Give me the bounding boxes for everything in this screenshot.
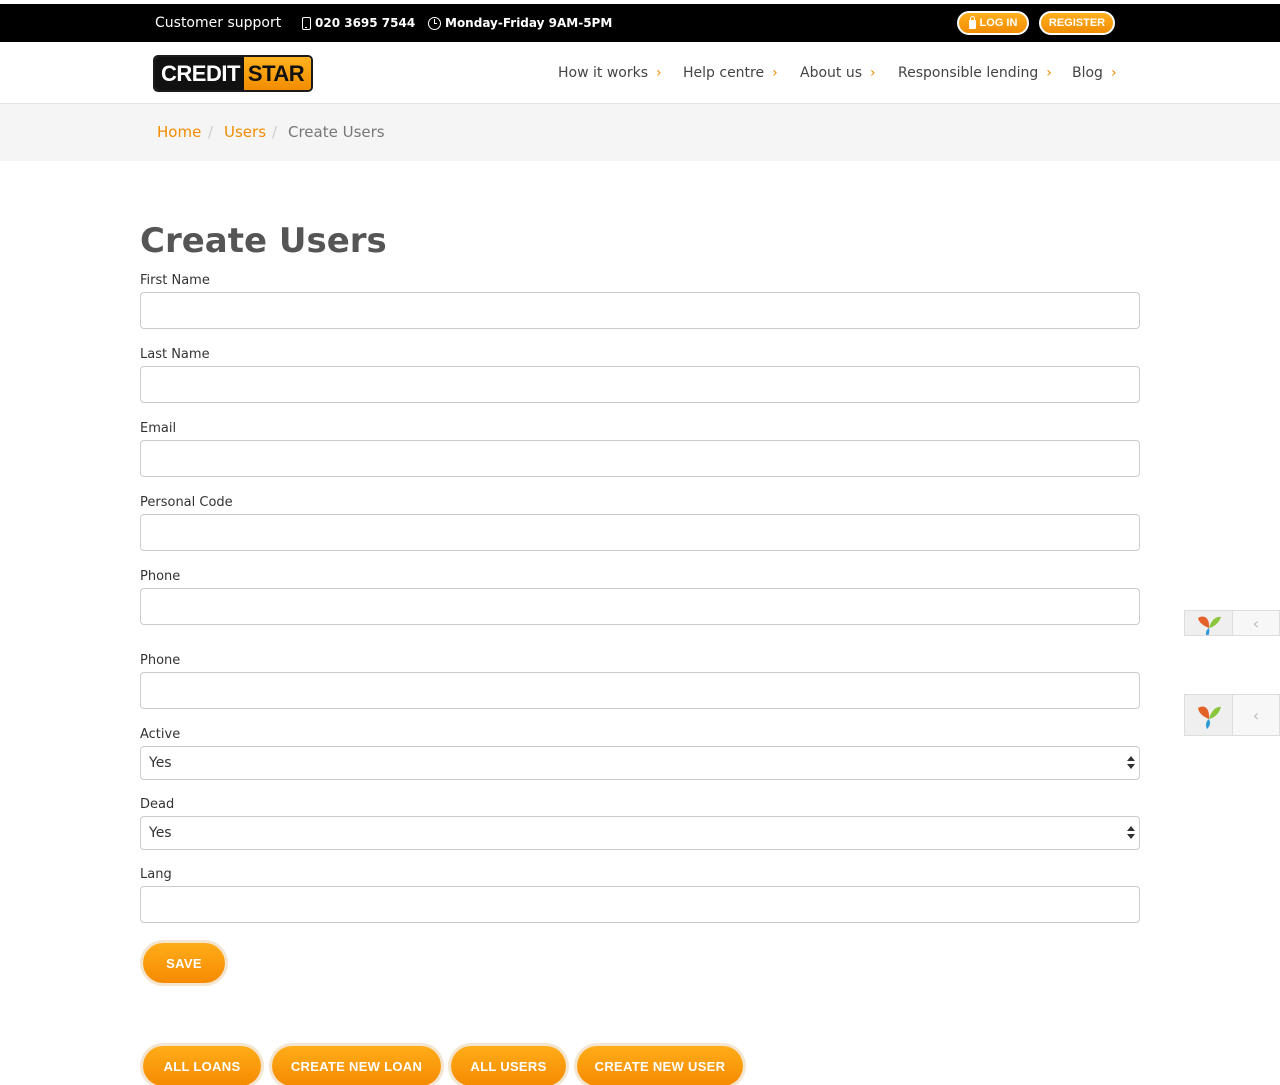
phone-input-2[interactable] <box>140 672 1140 709</box>
chevron-right-icon: › <box>656 65 662 81</box>
top-bar: Customer support 020 3695 7544 Monday-Fr… <box>0 4 1280 42</box>
nav-how-it-works[interactable]: How it works › <box>558 65 662 81</box>
active-select[interactable]: Yes <box>140 746 1140 780</box>
nav-label: Help centre <box>683 65 765 81</box>
all-loans-button[interactable]: ALL LOANS <box>143 1046 261 1085</box>
chevron-right-icon: › <box>870 65 876 81</box>
phone-icon <box>302 16 311 30</box>
register-button[interactable]: REGISTER <box>1039 11 1115 35</box>
hours-text: Monday-Friday 9AM-5PM <box>445 16 613 30</box>
phone-input[interactable] <box>140 588 1140 625</box>
breadcrumb: Home / Users / Create Users <box>0 104 1280 161</box>
dead-label: Dead <box>140 797 175 812</box>
nav-label: Responsible lending <box>898 65 1039 81</box>
site-header: CREDIT STAR How it works › Help centre ›… <box>0 42 1280 104</box>
phone-label: Phone <box>140 569 181 584</box>
dead-select-value: Yes <box>149 825 172 841</box>
clock-icon <box>428 16 441 30</box>
login-label: LOG IN <box>979 17 1018 29</box>
create-new-loan-button[interactable]: CREATE NEW LOAN <box>272 1046 441 1085</box>
nav-help-centre[interactable]: Help centre › <box>683 65 778 81</box>
last-name-label: Last Name <box>140 347 210 362</box>
select-arrows-icon <box>1127 826 1135 842</box>
yii-logo-icon <box>1185 695 1233 735</box>
personal-code-label: Personal Code <box>140 495 233 510</box>
email-input[interactable] <box>140 440 1140 477</box>
select-arrows-icon <box>1127 756 1135 772</box>
dead-select[interactable]: Yes <box>140 816 1140 850</box>
email-label: Email <box>140 421 177 436</box>
breadcrumb-home[interactable]: Home <box>157 123 201 141</box>
create-new-user-button[interactable]: CREATE NEW USER <box>577 1046 743 1085</box>
chevron-right-icon: › <box>1046 65 1052 81</box>
phone-label-2: Phone <box>140 653 181 668</box>
nav-label: About us <box>800 65 863 81</box>
breadcrumb-separator: / <box>208 123 214 141</box>
all-users-button[interactable]: ALL USERS <box>451 1046 566 1085</box>
phone-number: 020 3695 7544 <box>315 16 416 30</box>
support-phone[interactable]: 020 3695 7544 <box>302 16 415 30</box>
lang-label: Lang <box>140 867 172 882</box>
yii-logo-icon <box>1185 611 1233 635</box>
chevron-right-icon: › <box>1110 65 1117 81</box>
breadcrumb-users[interactable]: Users <box>224 123 266 141</box>
nav-about-us[interactable]: About us › <box>800 65 876 81</box>
active-label: Active <box>140 727 181 742</box>
chevron-right-icon: › <box>772 65 778 81</box>
nav-blog[interactable]: Blog › <box>1072 65 1117 81</box>
save-button[interactable]: SAVE <box>143 943 225 983</box>
login-button[interactable]: LOG IN <box>957 11 1029 35</box>
breadcrumb-separator: / <box>272 123 278 141</box>
chevron-left-icon[interactable]: ‹ <box>1233 611 1279 635</box>
support-hours: Monday-Friday 9AM-5PM <box>428 16 612 30</box>
nav-responsible-lending[interactable]: Responsible lending › <box>898 65 1052 81</box>
first-name-input[interactable] <box>140 292 1140 329</box>
debug-toolbar[interactable]: ‹ <box>1184 694 1280 736</box>
debug-toolbar-collapsed[interactable]: ‹ <box>1184 610 1280 636</box>
lock-icon <box>968 16 976 29</box>
chevron-left-icon[interactable]: ‹ <box>1233 695 1279 735</box>
nav-label: Blog <box>1072 65 1103 81</box>
active-select-value: Yes <box>149 755 172 771</box>
lang-input[interactable] <box>140 886 1140 923</box>
first-name-label: First Name <box>140 273 210 288</box>
last-name-input[interactable] <box>140 366 1140 403</box>
nav-label: How it works <box>558 65 648 81</box>
personal-code-input[interactable] <box>140 514 1140 551</box>
main-nav: How it works › Help centre › About us › … <box>0 65 1280 85</box>
page-title: Create Users <box>140 221 387 261</box>
breadcrumb-current: Create Users <box>288 123 385 141</box>
customer-support-label: Customer support <box>155 15 282 31</box>
